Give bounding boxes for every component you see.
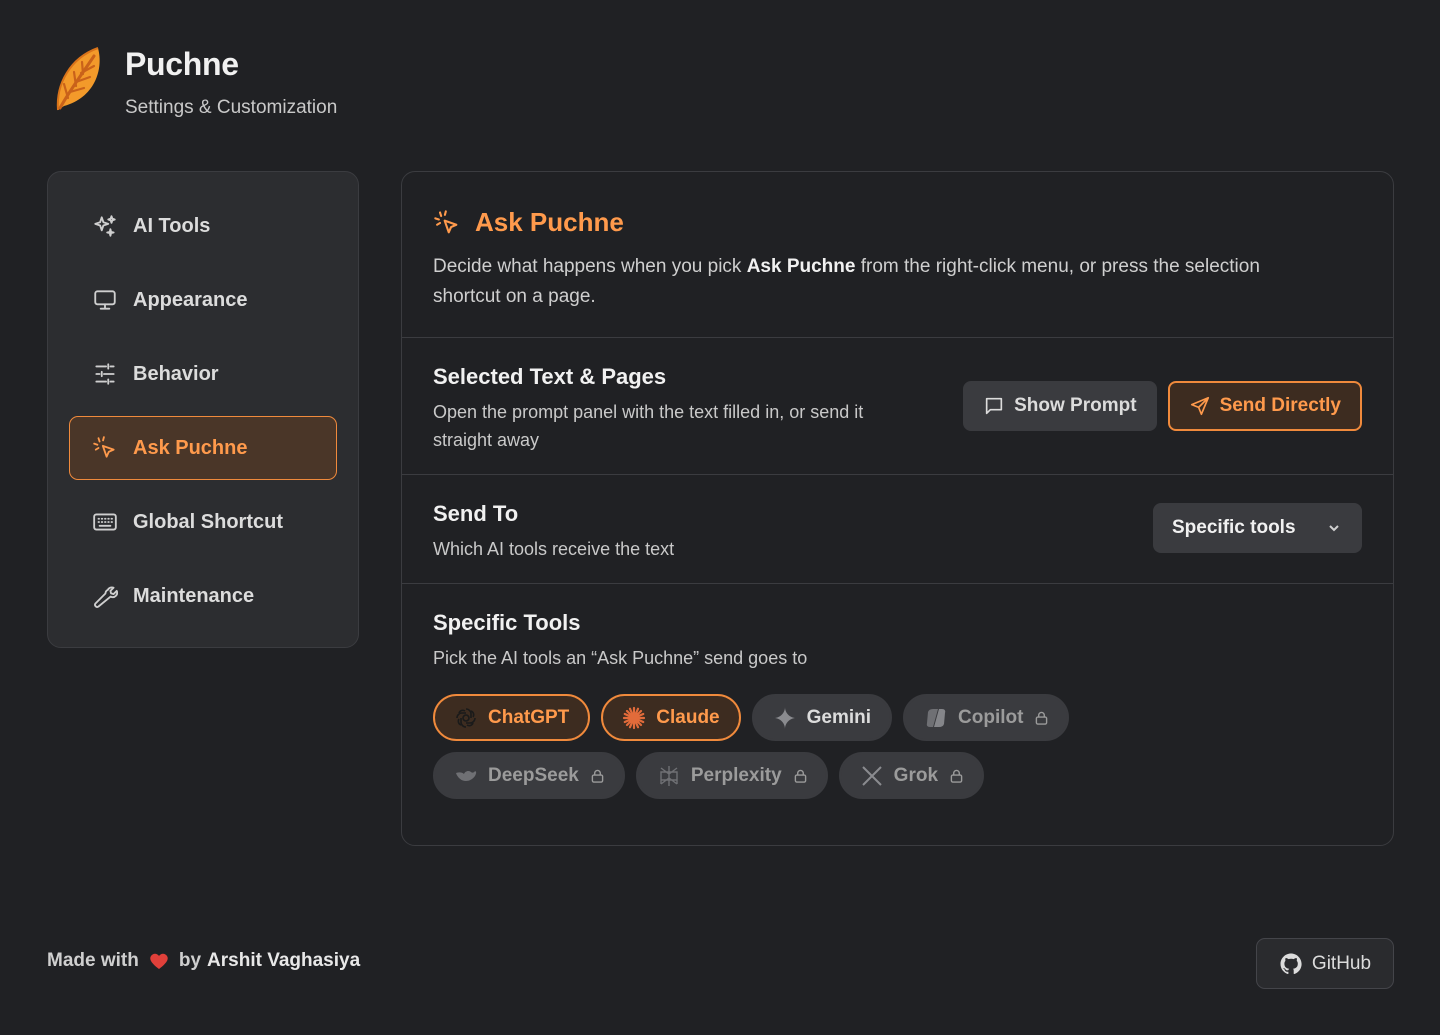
page-description-text: Decide what happens when you pick bbox=[433, 256, 747, 277]
send-icon bbox=[1190, 396, 1209, 416]
lock-icon bbox=[1036, 711, 1048, 725]
page-description-bold: Ask Puchne bbox=[746, 256, 856, 277]
footer-made-with: Made with bbox=[47, 950, 139, 971]
sidebar-item-appearance[interactable]: Appearance bbox=[69, 268, 337, 332]
chip-label: Grok bbox=[893, 764, 939, 786]
tool-chip-chatgpt[interactable]: ChatGPT bbox=[433, 694, 591, 741]
sidebar-item-label: Ask Puchne bbox=[133, 436, 248, 459]
settings-panel: Ask Puchne Decide what happens when you … bbox=[401, 171, 1394, 846]
panel-header: Ask Puchne Decide what happens when you … bbox=[402, 172, 1393, 338]
chevron-down-icon bbox=[1329, 525, 1339, 532]
x-grok-icon bbox=[861, 765, 882, 786]
deepseek-icon bbox=[456, 770, 477, 781]
app-header: Puchne Settings & Customization bbox=[50, 42, 337, 119]
send-directly-button[interactable]: Send Directly bbox=[1167, 381, 1362, 431]
heart-icon bbox=[150, 953, 168, 969]
chip-label: Gemini bbox=[806, 706, 872, 728]
tool-chips: ChatGPT Claude Gemini Copilot DeepSeek P… bbox=[433, 694, 1253, 799]
sidebar-item-label: Global Shortcut bbox=[133, 510, 283, 533]
chip-label: DeepSeek bbox=[488, 764, 579, 786]
keyboard-icon bbox=[93, 513, 117, 531]
wrench-icon bbox=[94, 586, 118, 608]
page-title: Ask Puchne bbox=[433, 207, 1362, 238]
sidebar-item-ask-puchne[interactable]: Ask Puchne bbox=[69, 416, 337, 480]
tool-chip-gemini[interactable]: Gemini bbox=[751, 694, 893, 741]
chip-label: Copilot bbox=[958, 706, 1024, 728]
section-description: Which AI tools receive the text bbox=[433, 539, 675, 559]
sidebar-item-global-shortcut[interactable]: Global Shortcut bbox=[69, 490, 337, 554]
sidebar-item-label: Maintenance bbox=[133, 584, 255, 607]
cursor-click-icon bbox=[93, 436, 115, 458]
github-label: GitHub bbox=[1311, 952, 1372, 974]
show-prompt-button[interactable]: Show Prompt bbox=[963, 381, 1157, 431]
tool-chip-grok[interactable]: Grok bbox=[838, 752, 985, 799]
cursor-click-icon bbox=[434, 209, 458, 233]
chatgpt-icon bbox=[456, 707, 476, 728]
footer-by: by bbox=[178, 950, 202, 971]
section-title: Specific Tools bbox=[433, 610, 581, 635]
leaf-logo-icon bbox=[56, 47, 100, 111]
message-square-icon bbox=[985, 397, 1003, 415]
tool-chip-copilot[interactable]: Copilot bbox=[903, 694, 1070, 741]
lock-icon bbox=[794, 769, 806, 783]
lock-icon bbox=[950, 769, 963, 783]
github-icon bbox=[1280, 953, 1302, 974]
chip-label: Claude bbox=[656, 706, 720, 728]
button-label: Show Prompt bbox=[1014, 395, 1137, 416]
sidebar-item-behavior[interactable]: Behavior bbox=[69, 342, 337, 406]
section-description: Pick the AI tools an “Ask Puchne” send g… bbox=[433, 648, 808, 668]
sidebar-item-ai-tools[interactable]: AI Tools bbox=[69, 194, 337, 258]
chip-label: Perplexity bbox=[690, 764, 782, 786]
monitor-icon bbox=[94, 290, 116, 310]
perplexity-icon bbox=[660, 765, 678, 786]
sparkles-icon bbox=[94, 215, 116, 237]
footer-author: Arshit Vaghasiya bbox=[207, 950, 361, 971]
chip-label: ChatGPT bbox=[488, 706, 570, 728]
sidebar: AI Tools Appearance Behavior Ask Puchne … bbox=[47, 171, 359, 648]
tool-chip-deepseek[interactable]: DeepSeek bbox=[433, 752, 625, 799]
specific-tools-section: Specific Tools Pick the AI tools an “Ask… bbox=[402, 584, 1393, 845]
section-description: Open the prompt panel with the text fill… bbox=[433, 402, 864, 450]
tool-chip-claude[interactable]: Claude bbox=[601, 694, 741, 741]
app-title: Puchne bbox=[125, 46, 239, 82]
sidebar-item-label: AI Tools bbox=[133, 214, 211, 237]
mode-toggle-group: Show Prompt Send Directly bbox=[963, 381, 1362, 431]
sidebar-item-maintenance[interactable]: Maintenance bbox=[69, 564, 337, 628]
sliders-icon bbox=[95, 363, 115, 385]
send-to-select[interactable]: Specific tools bbox=[1153, 503, 1362, 553]
page-description: Decide what happens when you pick Ask Pu… bbox=[433, 252, 1313, 312]
lock-icon bbox=[591, 769, 604, 783]
footer-credit: Made with by Arshit Vaghasiya bbox=[47, 950, 360, 972]
sidebar-item-label: Appearance bbox=[133, 288, 248, 311]
button-label: Send Directly bbox=[1219, 395, 1341, 416]
claude-icon bbox=[623, 706, 646, 729]
app-subtitle: Settings & Customization bbox=[125, 97, 338, 118]
copilot-icon bbox=[926, 708, 946, 727]
tool-chip-perplexity[interactable]: Perplexity bbox=[635, 752, 828, 799]
github-button[interactable]: GitHub bbox=[1256, 938, 1394, 989]
selected-text-section: Selected Text & Pages Open the prompt pa… bbox=[402, 338, 1393, 475]
sidebar-item-label: Behavior bbox=[133, 362, 219, 385]
send-to-section: Send To Which AI tools receive the text … bbox=[402, 475, 1393, 584]
page-title-text: Ask Puchne bbox=[475, 207, 624, 237]
gemini-icon bbox=[773, 706, 796, 729]
select-value: Specific tools bbox=[1172, 517, 1296, 538]
